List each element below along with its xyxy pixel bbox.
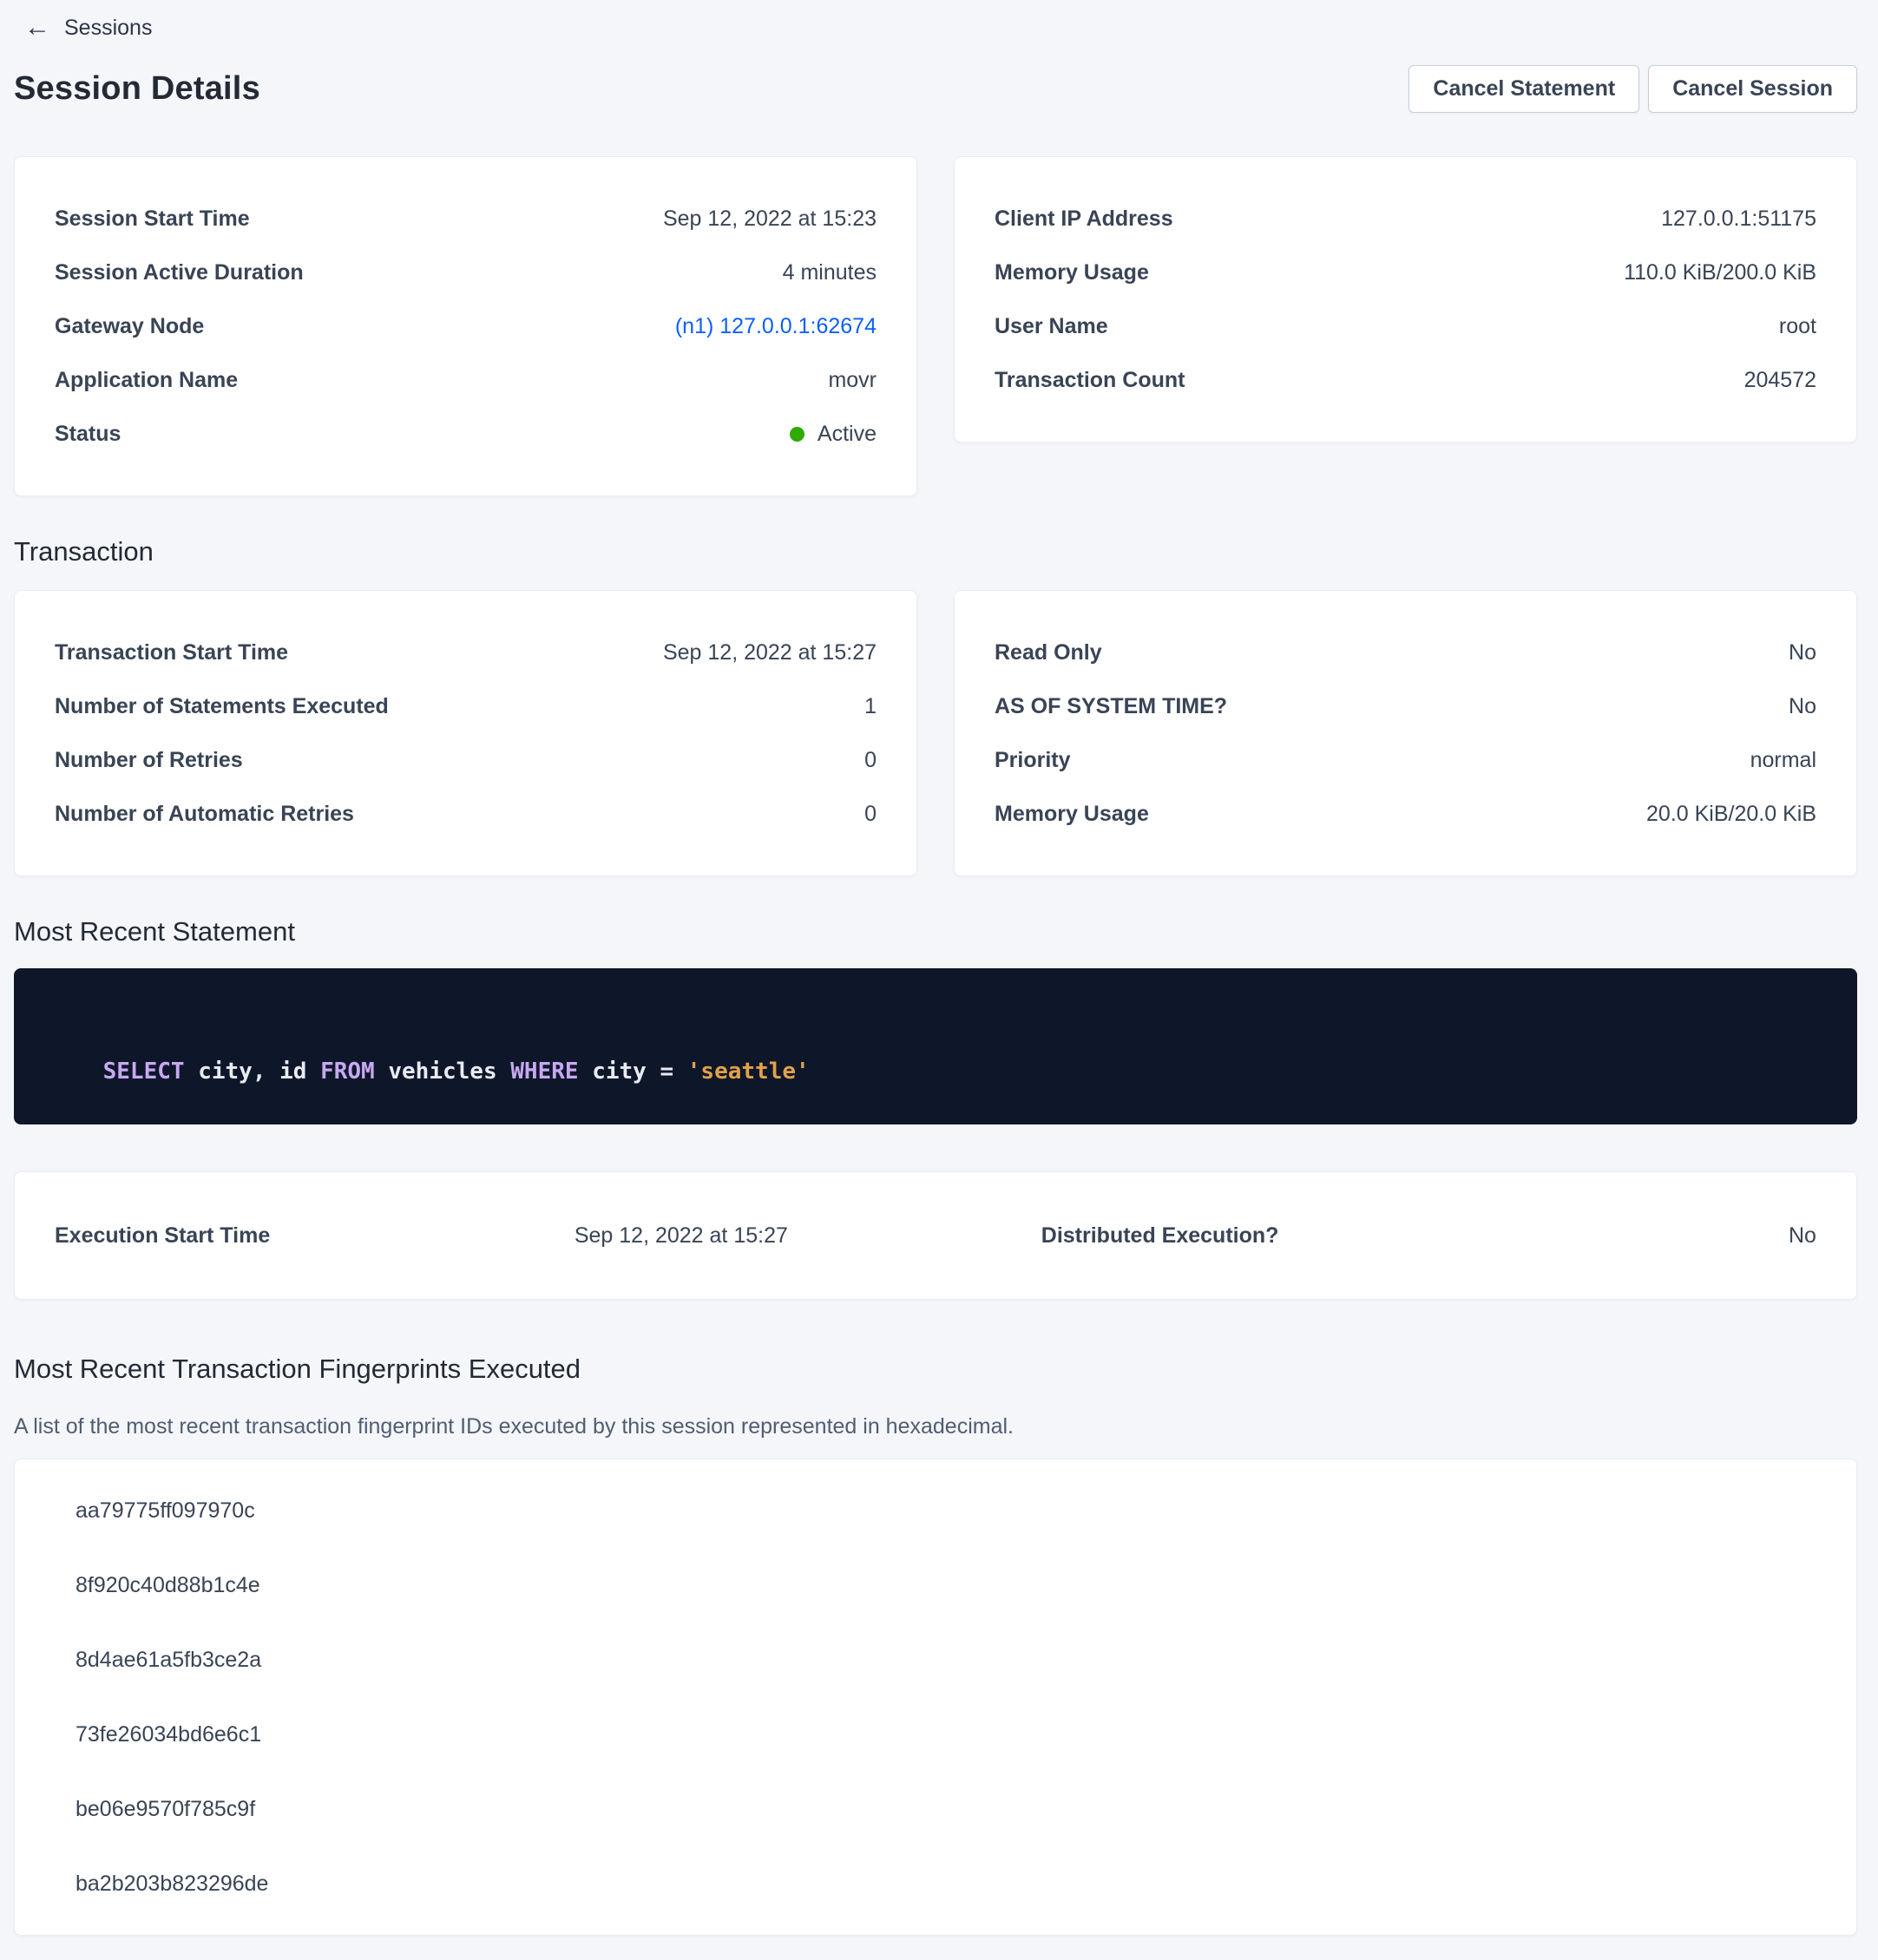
header-buttons: Cancel Statement Cancel Session [1408, 65, 1857, 113]
sql-token: SELECT [103, 1059, 185, 1085]
distributed-execution-value: No [1517, 1223, 1816, 1249]
row-value: root [1779, 314, 1816, 339]
fingerprint-id: aa79775ff097970c [76, 1498, 255, 1524]
row-label: Number of Statements Executed [55, 694, 389, 719]
row-value: (n1) 127.0.0.1:62674 [675, 314, 877, 339]
fingerprint-id: 8d4ae61a5fb3ce2a [76, 1648, 261, 1673]
sql-token: city, id [185, 1059, 321, 1085]
row-value: 127.0.0.1:51175 [1661, 206, 1816, 232]
row-value: 0 [864, 748, 877, 773]
row-label: Priority [995, 748, 1071, 773]
row-value: 0 [864, 802, 877, 827]
fingerprints-description: A list of the most recent transaction fi… [14, 1414, 1857, 1439]
session-details-page: ← Sessions Session Details Cancel Statem… [0, 0, 1878, 1960]
fingerprint-id: 73fe26034bd6e6c1 [76, 1722, 261, 1747]
cancel-statement-button[interactable]: Cancel Statement [1408, 65, 1639, 113]
row-label: Status [55, 422, 121, 447]
summary-row: Memory Usage 20.0 KiB/20.0 KiB [995, 787, 1816, 841]
row-value: 1 [864, 694, 877, 719]
cancel-session-button[interactable]: Cancel Session [1648, 65, 1857, 113]
sql-token: WHERE [510, 1059, 578, 1085]
fingerprints-card: aa79775ff097970c 8f920c40d88b1c4e 8d4ae6… [14, 1459, 1857, 1936]
fingerprint-id: ba2b203b823296de [76, 1872, 268, 1897]
status-active-dot-icon [790, 427, 804, 442]
sql-code-block: SELECT city, id FROM vehicles WHERE city… [14, 968, 1857, 1124]
row-label: Number of Automatic Retries [55, 802, 354, 827]
fingerprint-id: 8f920c40d88b1c4e [76, 1573, 260, 1598]
distributed-execution-label: Distributed Execution? [1041, 1223, 1517, 1249]
summary-row: Number of Statements Executed 1 [55, 679, 877, 733]
fingerprint-row: be06e9570f785c9f [15, 1772, 1856, 1846]
summary-row: Priority normal [995, 733, 1816, 787]
summary-row: Application Name movr [55, 353, 877, 407]
statement-section-heading: Most Recent Statement [14, 916, 1857, 947]
page-title: Session Details [14, 70, 260, 108]
row-value: Sep 12, 2022 at 15:27 [663, 640, 877, 665]
sql-token: city = [579, 1059, 687, 1085]
execution-start-time-value: Sep 12, 2022 at 15:27 [575, 1223, 1041, 1249]
execution-info-card: Execution Start Time Sep 12, 2022 at 15:… [14, 1171, 1857, 1300]
session-info-card: Session Start Time Sep 12, 2022 at 15:23… [14, 156, 917, 496]
summary-row: Number of Automatic Retries 0 [55, 787, 877, 841]
transaction-grid: Transaction Start Time Sep 12, 2022 at 1… [14, 590, 1857, 876]
page-header: Session Details Cancel Statement Cancel … [14, 61, 1857, 116]
row-value: 20.0 KiB/20.0 KiB [1646, 802, 1816, 827]
fingerprint-row: 8f920c40d88b1c4e [15, 1548, 1856, 1622]
transaction-section-heading: Transaction [14, 536, 1857, 567]
summary-row: Client IP Address 127.0.0.1:51175 [995, 192, 1816, 246]
transaction-props-card: Read Only No AS OF SYSTEM TIME? No Prior… [954, 590, 1857, 876]
row-value: 4 minutes [783, 260, 877, 285]
back-arrow-icon[interactable]: ← [24, 15, 50, 41]
back-link-sessions[interactable]: Sessions [64, 16, 152, 41]
summary-row: AS OF SYSTEM TIME? No [995, 679, 1816, 733]
row-label: Transaction Start Time [55, 640, 288, 665]
summary-row: Read Only No [995, 626, 1816, 679]
row-label: Session Active Duration [55, 260, 304, 285]
row-value: No [1789, 640, 1816, 665]
sql-token: 'seattle' [687, 1059, 810, 1085]
summary-row: Number of Retries 0 [55, 733, 877, 787]
row-value: normal [1750, 748, 1816, 773]
summary-row: Gateway Node (n1) 127.0.0.1:62674 [55, 299, 877, 353]
row-value: movr [828, 368, 877, 393]
row-label: Number of Retries [55, 748, 243, 773]
summary-row: Status Active [55, 407, 877, 461]
fingerprint-row: ba2b203b823296de [15, 1846, 1856, 1921]
sql-token: vehicles [375, 1059, 511, 1085]
row-label: Memory Usage [995, 260, 1149, 285]
fingerprint-row: 73fe26034bd6e6c1 [15, 1697, 1856, 1772]
row-label: Transaction Count [995, 368, 1185, 393]
summary-row: Transaction Count 204572 [995, 353, 1816, 407]
summary-row: User Name root [995, 299, 1816, 353]
fingerprint-id: be06e9570f785c9f [76, 1797, 255, 1822]
row-label: Gateway Node [55, 314, 204, 339]
row-label: Read Only [995, 640, 1102, 665]
back-nav[interactable]: ← Sessions [14, 10, 1857, 45]
row-value: 110.0 KiB/200.0 KiB [1624, 260, 1816, 285]
summary-row: Session Active Duration 4 minutes [55, 246, 877, 299]
row-label: Client IP Address [995, 206, 1173, 232]
fingerprint-row: aa79775ff097970c [15, 1473, 1856, 1548]
client-info-card: Client IP Address 127.0.0.1:51175 Memory… [954, 156, 1857, 442]
fingerprints-section-heading: Most Recent Transaction Fingerprints Exe… [14, 1354, 1857, 1385]
row-label: Session Start Time [55, 206, 250, 232]
sql-statement: SELECT city, id FROM vehicles WHERE city… [49, 1006, 1822, 1085]
row-value: No [1789, 694, 1816, 719]
row-value: 204572 [1744, 368, 1816, 393]
summary-row: Memory Usage 110.0 KiB/200.0 KiB [995, 246, 1816, 299]
row-value: Active [790, 422, 877, 447]
row-label: Memory Usage [995, 802, 1149, 827]
session-summary-grid: Session Start Time Sep 12, 2022 at 15:23… [14, 156, 1857, 496]
row-value: Sep 12, 2022 at 15:23 [663, 206, 877, 232]
row-label: User Name [995, 314, 1108, 339]
transaction-info-card: Transaction Start Time Sep 12, 2022 at 1… [14, 590, 917, 876]
summary-row: Transaction Start Time Sep 12, 2022 at 1… [55, 626, 877, 679]
row-label: Application Name [55, 368, 238, 393]
execution-start-time-label: Execution Start Time [55, 1223, 575, 1249]
row-label: AS OF SYSTEM TIME? [995, 694, 1227, 719]
fingerprint-row: 8d4ae61a5fb3ce2a [15, 1622, 1856, 1697]
summary-row: Session Start Time Sep 12, 2022 at 15:23 [55, 192, 877, 246]
sql-token: FROM [320, 1059, 375, 1085]
